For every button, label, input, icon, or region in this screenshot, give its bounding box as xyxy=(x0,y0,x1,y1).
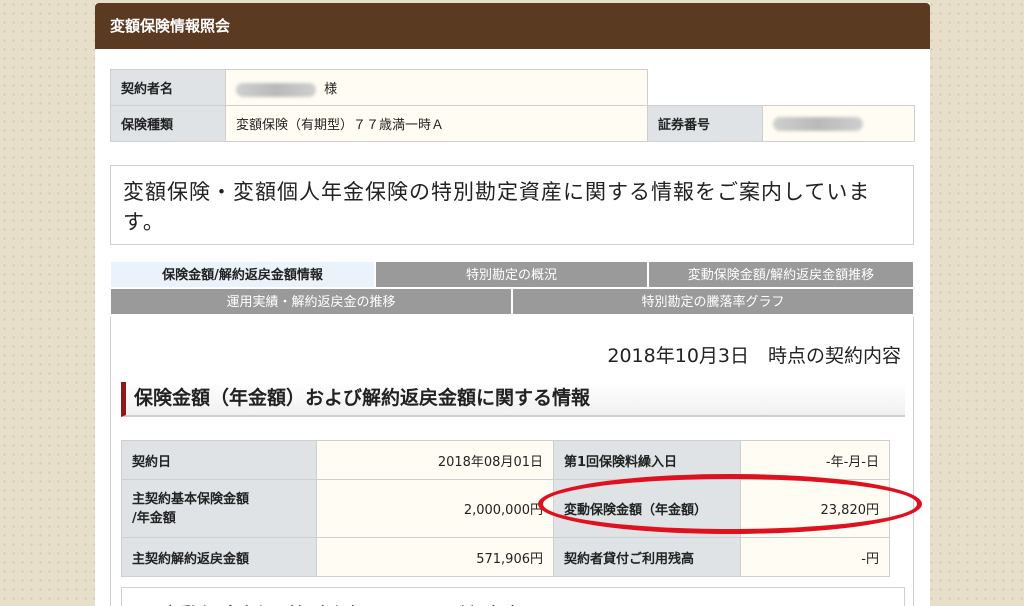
holder-label: 契約者名 xyxy=(110,69,226,106)
notice-text: 変額保険・変額個人年金保険の特別勘定資産に関する情報をご案内しています。 xyxy=(110,165,914,245)
contract-info-table: 契約者名 様 保険種類 変額保険（有期型）７７歳満一時Ａ 証券番号 xyxy=(110,69,915,142)
tab-bar: 保険金額/解約返戻金額情報 特別勘定の概況 変動保険金額/解約返戻金額推移 運用… xyxy=(110,261,914,315)
base-amount-value: 2,000,000円 xyxy=(316,479,554,538)
contract-date-label: 契約日 xyxy=(121,440,317,480)
tab-return-rate-graph[interactable]: 特別勘定の騰落率グラフ xyxy=(512,288,914,315)
table-row: 主契約解約返戻金額 571,906円 契約者貸付ご利用残高 -円 xyxy=(121,537,890,577)
page-title: 変額保険情報照会 xyxy=(95,3,930,49)
loan-balance-value: -円 xyxy=(740,537,890,577)
policy-number-label: 証券番号 xyxy=(647,105,763,142)
first-premium-date-value: -年-月-日 xyxy=(740,440,890,480)
tab-insurance-surrender-info[interactable]: 保険金額/解約返戻金額情報 xyxy=(110,261,375,288)
tab-special-account-overview[interactable]: 特別勘定の概況 xyxy=(375,261,648,288)
contract-date-value: 2018年08月01日 xyxy=(316,440,554,480)
content-area: 2018年10月3日 時点の契約内容 保険金額（年金額）および解約返戻金額に関す… xyxy=(110,317,914,606)
variable-amount-value: 23,820円 xyxy=(740,479,890,538)
variable-amount-label: 変動保険金額（年金額） xyxy=(553,479,741,538)
redacted-policy-number xyxy=(773,116,863,131)
tab-performance-trend[interactable]: 運用実績・解約返戻金の推移 xyxy=(110,288,512,315)
surrender-value-label: 主契約解約返戻金額 xyxy=(121,537,317,577)
policy-number-value xyxy=(762,105,915,142)
holder-suffix: 様 xyxy=(324,82,338,97)
detail-table: 契約日 2018年08月01日 第1回保険料繰入日 -年-月-日 主契約基本保険… xyxy=(121,440,890,577)
holder-value: 様 xyxy=(225,69,648,106)
loan-balance-label: 契約者貸付ご利用残高 xyxy=(553,537,741,577)
section-heading: 保険金額（年金額）および解約返戻金額に関する情報 xyxy=(121,382,905,417)
table-row: 契約日 2018年08月01日 第1回保険料繰入日 -年-月-日 xyxy=(121,440,890,480)
tab-variable-amount-trend[interactable]: 変動保険金額/解約返戻金額推移 xyxy=(648,261,914,288)
as-of-date: 2018年10月3日 時点の契約内容 xyxy=(607,345,901,367)
next-section-heading: ＜変動保険金額（年金額）に関するご留意事項＞ xyxy=(121,587,905,606)
surrender-value-value: 571,906円 xyxy=(316,537,554,577)
insurance-type-value: 変額保険（有期型）７７歳満一時Ａ xyxy=(225,105,648,142)
table-row: 主契約基本保険金額 /年金額 2,000,000円 変動保険金額（年金額） 23… xyxy=(121,479,890,538)
base-amount-label: 主契約基本保険金額 /年金額 xyxy=(121,479,317,538)
insurance-type-label: 保険種類 xyxy=(110,105,226,142)
redacted-name xyxy=(236,82,316,97)
main-panel: 変額保険情報照会 契約者名 様 保険種類 変額保険（有期型）７７歳満一時Ａ 証券… xyxy=(95,3,930,606)
first-premium-date-label: 第1回保険料繰入日 xyxy=(553,440,741,480)
